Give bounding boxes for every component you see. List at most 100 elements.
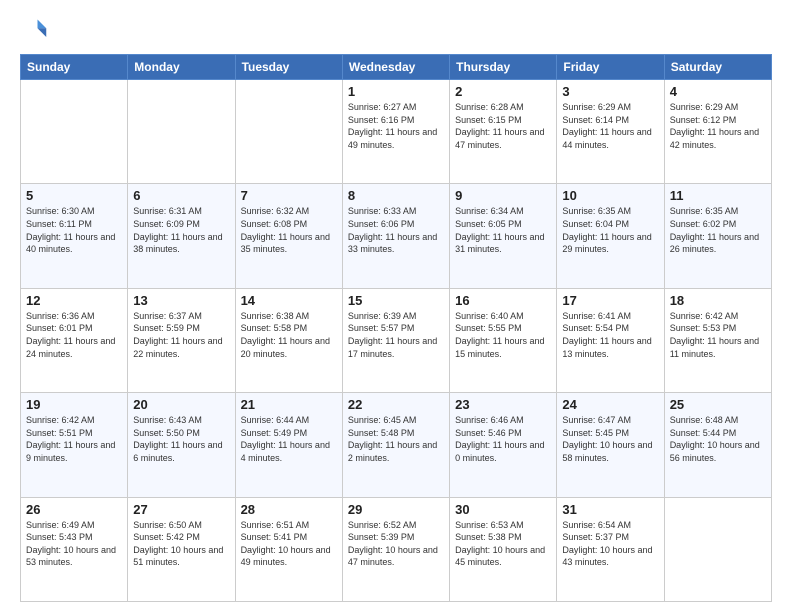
day-info: Sunrise: 6:41 AM Sunset: 5:54 PM Dayligh… <box>562 310 658 360</box>
day-number: 1 <box>348 84 444 99</box>
calendar-week-row: 19 Sunrise: 6:42 AM Sunset: 5:51 PM Dayli… <box>21 393 772 497</box>
day-header-friday: Friday <box>557 55 664 80</box>
day-info: Sunrise: 6:49 AM Sunset: 5:43 PM Dayligh… <box>26 519 122 569</box>
day-info: Sunrise: 6:40 AM Sunset: 5:55 PM Dayligh… <box>455 310 551 360</box>
day-info: Sunrise: 6:37 AM Sunset: 5:59 PM Dayligh… <box>133 310 229 360</box>
day-header-thursday: Thursday <box>450 55 557 80</box>
calendar-cell: 19 Sunrise: 6:42 AM Sunset: 5:51 PM Dayli… <box>21 393 128 497</box>
day-number: 15 <box>348 293 444 308</box>
day-header-wednesday: Wednesday <box>342 55 449 80</box>
calendar-week-row: 1 Sunrise: 6:27 AM Sunset: 6:16 PM Daylig… <box>21 80 772 184</box>
day-info: Sunrise: 6:51 AM Sunset: 5:41 PM Dayligh… <box>241 519 337 569</box>
calendar-cell: 17 Sunrise: 6:41 AM Sunset: 5:54 PM Dayli… <box>557 288 664 392</box>
day-number: 3 <box>562 84 658 99</box>
day-number: 26 <box>26 502 122 517</box>
day-info: Sunrise: 6:31 AM Sunset: 6:09 PM Dayligh… <box>133 205 229 255</box>
calendar-cell: 20 Sunrise: 6:43 AM Sunset: 5:50 PM Dayli… <box>128 393 235 497</box>
calendar-cell: 22Sunrise: 6:45 AM Sunset: 5:48 PM Dayli… <box>342 393 449 497</box>
calendar-cell: 26 Sunrise: 6:49 AM Sunset: 5:43 PM Dayli… <box>21 497 128 601</box>
calendar-cell: 13 Sunrise: 6:37 AM Sunset: 5:59 PM Dayli… <box>128 288 235 392</box>
header <box>20 16 772 44</box>
calendar-cell: 18 Sunrise: 6:42 AM Sunset: 5:53 PM Dayli… <box>664 288 771 392</box>
calendar-cell: 15 Sunrise: 6:39 AM Sunset: 5:57 PM Dayli… <box>342 288 449 392</box>
calendar-week-row: 12Sunrise: 6:36 AM Sunset: 6:01 PM Dayli… <box>21 288 772 392</box>
day-info: Sunrise: 6:42 AM Sunset: 5:53 PM Dayligh… <box>670 310 766 360</box>
calendar-cell: 10 Sunrise: 6:35 AM Sunset: 6:04 PM Dayli… <box>557 184 664 288</box>
day-info: Sunrise: 6:34 AM Sunset: 6:05 PM Dayligh… <box>455 205 551 255</box>
day-info: Sunrise: 6:48 AM Sunset: 5:44 PM Dayligh… <box>670 414 766 464</box>
day-header-saturday: Saturday <box>664 55 771 80</box>
calendar-cell: 16 Sunrise: 6:40 AM Sunset: 5:55 PM Dayli… <box>450 288 557 392</box>
calendar-cell: 7Sunrise: 6:32 AM Sunset: 6:08 PM Daylig… <box>235 184 342 288</box>
day-number: 2 <box>455 84 551 99</box>
day-header-monday: Monday <box>128 55 235 80</box>
day-number: 6 <box>133 188 229 203</box>
calendar-week-row: 26 Sunrise: 6:49 AM Sunset: 5:43 PM Dayli… <box>21 497 772 601</box>
calendar-cell <box>664 497 771 601</box>
day-number: 5 <box>26 188 122 203</box>
day-info: Sunrise: 6:53 AM Sunset: 5:38 PM Dayligh… <box>455 519 551 569</box>
day-number: 13 <box>133 293 229 308</box>
calendar-cell <box>128 80 235 184</box>
day-info: Sunrise: 6:44 AM Sunset: 5:49 PM Dayligh… <box>241 414 337 464</box>
calendar-cell: 27Sunrise: 6:50 AM Sunset: 5:42 PM Dayli… <box>128 497 235 601</box>
day-number: 9 <box>455 188 551 203</box>
calendar-cell: 23 Sunrise: 6:46 AM Sunset: 5:46 PM Dayli… <box>450 393 557 497</box>
calendar-cell: 14Sunrise: 6:38 AM Sunset: 5:58 PM Dayli… <box>235 288 342 392</box>
day-info: Sunrise: 6:33 AM Sunset: 6:06 PM Dayligh… <box>348 205 444 255</box>
day-number: 25 <box>670 397 766 412</box>
day-number: 31 <box>562 502 658 517</box>
logo-icon <box>20 16 48 44</box>
day-number: 18 <box>670 293 766 308</box>
day-info: Sunrise: 6:39 AM Sunset: 5:57 PM Dayligh… <box>348 310 444 360</box>
day-number: 11 <box>670 188 766 203</box>
calendar-cell: 1 Sunrise: 6:27 AM Sunset: 6:16 PM Daylig… <box>342 80 449 184</box>
day-number: 8 <box>348 188 444 203</box>
calendar-cell: 5 Sunrise: 6:30 AM Sunset: 6:11 PM Daylig… <box>21 184 128 288</box>
day-number: 19 <box>26 397 122 412</box>
day-info: Sunrise: 6:42 AM Sunset: 5:51 PM Dayligh… <box>26 414 122 464</box>
calendar-cell: 21 Sunrise: 6:44 AM Sunset: 5:49 PM Dayli… <box>235 393 342 497</box>
day-info: Sunrise: 6:29 AM Sunset: 6:14 PM Dayligh… <box>562 101 658 151</box>
calendar-cell: 2Sunrise: 6:28 AM Sunset: 6:15 PM Daylig… <box>450 80 557 184</box>
day-header-sunday: Sunday <box>21 55 128 80</box>
day-info: Sunrise: 6:43 AM Sunset: 5:50 PM Dayligh… <box>133 414 229 464</box>
calendar-cell: 12Sunrise: 6:36 AM Sunset: 6:01 PM Dayli… <box>21 288 128 392</box>
day-info: Sunrise: 6:47 AM Sunset: 5:45 PM Dayligh… <box>562 414 658 464</box>
day-info: Sunrise: 6:29 AM Sunset: 6:12 PM Dayligh… <box>670 101 766 151</box>
day-info: Sunrise: 6:36 AM Sunset: 6:01 PM Dayligh… <box>26 310 122 360</box>
calendar-cell: 3 Sunrise: 6:29 AM Sunset: 6:14 PM Daylig… <box>557 80 664 184</box>
day-number: 20 <box>133 397 229 412</box>
page: SundayMondayTuesdayWednesdayThursdayFrid… <box>0 0 792 612</box>
day-number: 10 <box>562 188 658 203</box>
calendar-cell: 8 Sunrise: 6:33 AM Sunset: 6:06 PM Daylig… <box>342 184 449 288</box>
calendar-cell: 24 Sunrise: 6:47 AM Sunset: 5:45 PM Dayli… <box>557 393 664 497</box>
calendar-cell: 28 Sunrise: 6:51 AM Sunset: 5:41 PM Dayli… <box>235 497 342 601</box>
day-number: 23 <box>455 397 551 412</box>
day-number: 21 <box>241 397 337 412</box>
day-info: Sunrise: 6:46 AM Sunset: 5:46 PM Dayligh… <box>455 414 551 464</box>
day-header-tuesday: Tuesday <box>235 55 342 80</box>
calendar-cell: 9 Sunrise: 6:34 AM Sunset: 6:05 PM Daylig… <box>450 184 557 288</box>
day-number: 30 <box>455 502 551 517</box>
calendar-cell: 29 Sunrise: 6:52 AM Sunset: 5:39 PM Dayli… <box>342 497 449 601</box>
day-number: 28 <box>241 502 337 517</box>
day-info: Sunrise: 6:32 AM Sunset: 6:08 PM Dayligh… <box>241 205 337 255</box>
day-number: 14 <box>241 293 337 308</box>
day-info: Sunrise: 6:27 AM Sunset: 6:16 PM Dayligh… <box>348 101 444 151</box>
day-info: Sunrise: 6:52 AM Sunset: 5:39 PM Dayligh… <box>348 519 444 569</box>
day-number: 16 <box>455 293 551 308</box>
calendar-header-row: SundayMondayTuesdayWednesdayThursdayFrid… <box>21 55 772 80</box>
day-number: 17 <box>562 293 658 308</box>
day-info: Sunrise: 6:45 AM Sunset: 5:48 PM Dayligh… <box>348 414 444 464</box>
logo <box>20 16 52 44</box>
day-info: Sunrise: 6:30 AM Sunset: 6:11 PM Dayligh… <box>26 205 122 255</box>
calendar-cell: 6 Sunrise: 6:31 AM Sunset: 6:09 PM Daylig… <box>128 184 235 288</box>
day-info: Sunrise: 6:50 AM Sunset: 5:42 PM Dayligh… <box>133 519 229 569</box>
day-number: 29 <box>348 502 444 517</box>
day-info: Sunrise: 6:54 AM Sunset: 5:37 PM Dayligh… <box>562 519 658 569</box>
day-number: 24 <box>562 397 658 412</box>
calendar-table: SundayMondayTuesdayWednesdayThursdayFrid… <box>20 54 772 602</box>
day-info: Sunrise: 6:35 AM Sunset: 6:04 PM Dayligh… <box>562 205 658 255</box>
calendar-cell <box>21 80 128 184</box>
